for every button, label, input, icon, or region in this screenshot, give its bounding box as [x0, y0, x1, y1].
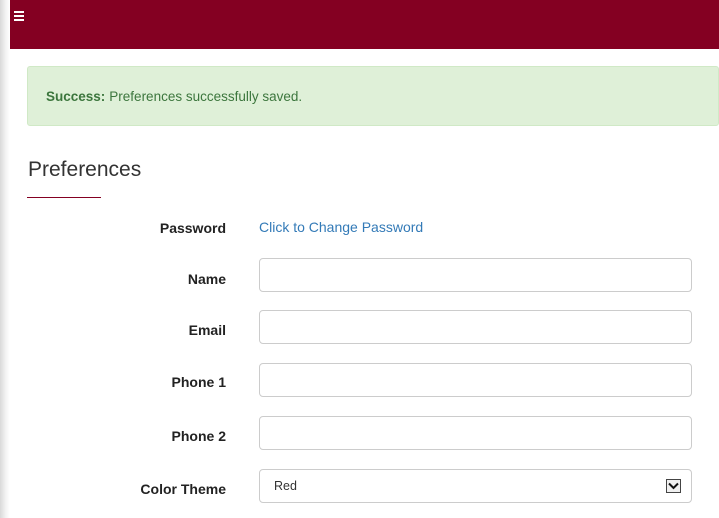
name-label: Name	[187, 271, 226, 287]
top-navbar	[10, 0, 719, 49]
alert-message: Preferences successfully saved.	[109, 88, 303, 104]
email-label: Email	[188, 322, 226, 338]
phone2-field[interactable]	[259, 416, 692, 450]
page-title: Preferences	[28, 158, 142, 181]
preferences-page: Success: Preferences successfully saved.…	[10, 0, 719, 518]
phone1-label: Phone 1	[171, 374, 226, 390]
change-password-link[interactable]: Click to Change Password	[259, 219, 423, 235]
email-field[interactable]	[259, 310, 692, 344]
alert-title: Success:	[46, 88, 106, 104]
success-alert: Success: Preferences successfully saved.	[27, 66, 719, 126]
title-underline	[27, 197, 101, 198]
phone2-label: Phone 2	[171, 428, 226, 444]
color-theme-label: Color Theme	[140, 481, 226, 497]
color-theme-value: Red	[274, 479, 297, 493]
hamburger-menu-icon[interactable]	[14, 11, 24, 21]
name-field[interactable]	[259, 258, 692, 292]
phone1-field[interactable]	[259, 363, 692, 397]
chevron-down-icon[interactable]	[666, 479, 681, 493]
window-shadow	[0, 0, 10, 518]
password-label: Password	[159, 220, 226, 236]
color-theme-select[interactable]: Red	[259, 469, 692, 503]
